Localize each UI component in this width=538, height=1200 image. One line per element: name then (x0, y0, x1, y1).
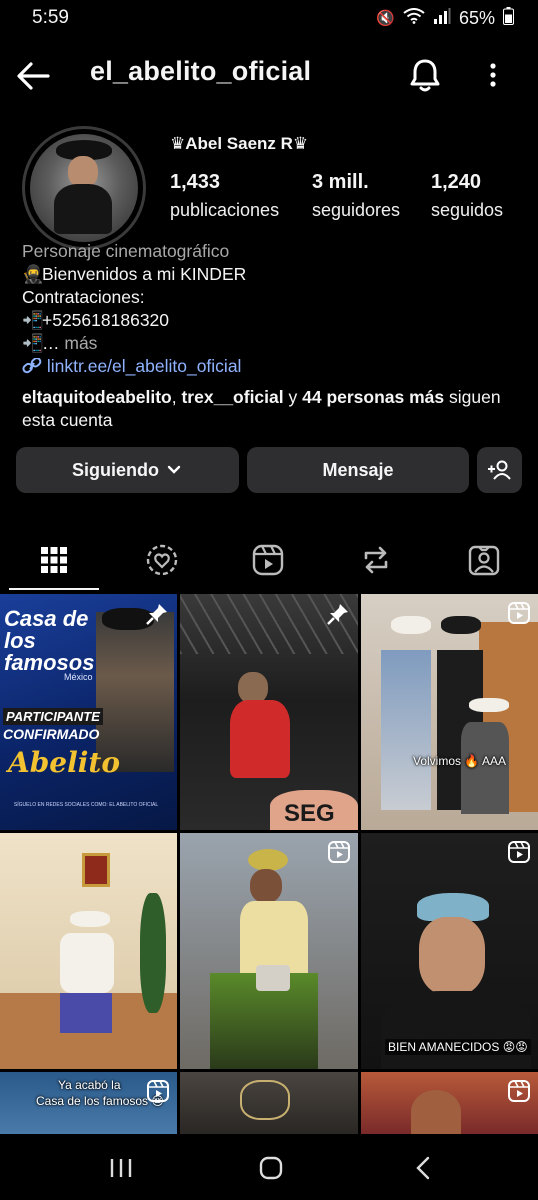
bell-icon (410, 59, 440, 92)
system-back-button[interactable] (403, 1152, 443, 1184)
profile-bio: Personaje cinematográfico 🥷Bienvenidos a… (22, 240, 522, 378)
tab-reels[interactable] (218, 530, 318, 590)
recent-apps-icon (110, 1159, 132, 1177)
reels-icon (508, 1080, 530, 1102)
message-button[interactable]: Mensaje (247, 447, 469, 493)
reels-icon (147, 1080, 169, 1102)
stat-following-value: 1,240 (431, 171, 482, 193)
phone-arrow-icon: 📲 (22, 310, 44, 330)
link-icon (22, 357, 42, 374)
stat-posts[interactable]: 1,433 publicaciones (170, 171, 279, 221)
reels-icon (328, 841, 350, 863)
status-time: 5:59 (32, 7, 69, 28)
top-bar: el_abelito_oficial (0, 50, 538, 100)
post-footer: SÍGUELO EN REDES SOCIALES COMO: EL ABELI… (13, 802, 159, 808)
stat-followers[interactable]: 3 mill. seguidores (312, 171, 400, 221)
back-arrow-icon (17, 62, 50, 90)
tab-highlights[interactable] (112, 530, 212, 590)
display-name: ♛Abel Saenz R♛ (170, 134, 309, 153)
tab-tagged[interactable] (434, 530, 534, 590)
reels-icon (252, 544, 284, 576)
post-tile[interactable] (0, 833, 177, 1069)
bio-line-1: 🥷Bienvenidos a mi KINDER (22, 264, 247, 284)
grid-icon (41, 547, 67, 573)
following-button[interactable]: Siguiendo (16, 447, 239, 493)
post-subtitle: México (64, 672, 93, 682)
stat-following-label: seguidos (431, 200, 504, 220)
post-caption-1: Ya acabó la (58, 1078, 121, 1092)
post-caption: BIEN AMANECIDOS 😡😡 (385, 1039, 531, 1055)
system-nav-bar (0, 1134, 538, 1200)
signal-icon (433, 8, 451, 28)
more-vertical-icon (490, 63, 496, 87)
reels-icon (508, 841, 530, 863)
post-tile[interactable] (180, 833, 358, 1069)
tagged-person-icon (468, 545, 500, 576)
bio-line-2: Contrataciones: (22, 287, 145, 307)
post-label-2: CONFIRMADO (3, 726, 100, 742)
following-button-label: Siguiendo (72, 459, 159, 480)
followed-by-user-2: trex__oficial (181, 387, 284, 407)
bio-line-3: 📲+525618186320 (22, 310, 170, 330)
add-user-icon (487, 460, 511, 480)
chevron-left-icon (416, 1156, 430, 1180)
posts-grid: Casa de los famosos México PARTICIPANTE … (0, 594, 538, 1134)
post-tile[interactable]: Ya acabó la Casa de los famosos 😔 (0, 1072, 177, 1134)
stat-posts-value: 1,433 (170, 171, 221, 193)
home-button[interactable] (251, 1152, 291, 1184)
post-tile[interactable]: BIEN AMANECIDOS 😡😡 (361, 833, 538, 1069)
back-button[interactable] (14, 56, 54, 96)
post-caption: Volvimos 🔥 AAA (413, 754, 506, 768)
phone-arrow-icon: 📲 (22, 333, 44, 353)
notifications-button[interactable] (406, 56, 444, 94)
followed-by-others: 44 personas más (302, 387, 445, 407)
followed-by-user-1: eltaquitodeabelito (22, 387, 172, 407)
post-tile[interactable] (361, 1072, 538, 1134)
reels-icon (508, 602, 530, 624)
repost-icon (364, 546, 388, 574)
tab-reposts[interactable] (326, 530, 426, 590)
battery-icon (503, 7, 514, 29)
status-icons: 🔇 65% (376, 7, 514, 29)
followed-by[interactable]: eltaquitodeabelito, trex__oficial y 44 p… (22, 386, 522, 432)
wifi-icon (403, 8, 425, 28)
pin-icon (146, 604, 167, 625)
suggested-users-button[interactable] (477, 447, 522, 493)
ninja-icon: 🥷 (22, 264, 44, 284)
bio-line-4[interactable]: 📲… más (22, 332, 522, 355)
chevron-down-icon (167, 465, 181, 474)
battery-percent: 65% (458, 7, 495, 28)
post-tile[interactable] (180, 1072, 358, 1134)
mute-icon: 🔇 (376, 10, 395, 27)
stat-following[interactable]: 1,240 seguidos (431, 171, 503, 221)
recent-apps-button[interactable] (101, 1152, 141, 1184)
post-caption-2: Casa de los famosos 😔 (36, 1094, 164, 1108)
reels-circle-icon (146, 544, 178, 576)
more-options-button[interactable] (480, 56, 506, 94)
profile-username: el_abelito_oficial (90, 56, 312, 86)
profile-tabs (0, 530, 538, 592)
post-name: Abelito (8, 746, 120, 779)
message-button-label: Mensaje (322, 459, 394, 480)
post-tile[interactable]: Casa de los famosos México PARTICIPANTE … (0, 594, 177, 830)
post-label-1: PARTICIPANTE (3, 708, 103, 725)
post-tile[interactable]: SEG (180, 594, 358, 830)
status-bar: 5:59 🔇 65% (0, 0, 538, 36)
bio-link[interactable]: linktr.ee/el_abelito_oficial (22, 355, 522, 378)
post-tile[interactable]: Volvimos 🔥 AAA (361, 594, 538, 830)
stat-posts-label: publicaciones (170, 200, 280, 220)
stat-followers-label: seguidores (312, 200, 401, 220)
profile-avatar[interactable] (22, 126, 146, 250)
stat-followers-value: 3 mill. (312, 171, 369, 193)
tab-posts[interactable] (4, 530, 104, 590)
bio-more-link[interactable]: más (64, 333, 97, 353)
home-icon (259, 1156, 283, 1180)
active-tab-indicator (9, 588, 99, 590)
avatar-photo (30, 134, 138, 242)
bio-category: Personaje cinematográfico (22, 241, 230, 261)
pin-icon (327, 604, 348, 625)
